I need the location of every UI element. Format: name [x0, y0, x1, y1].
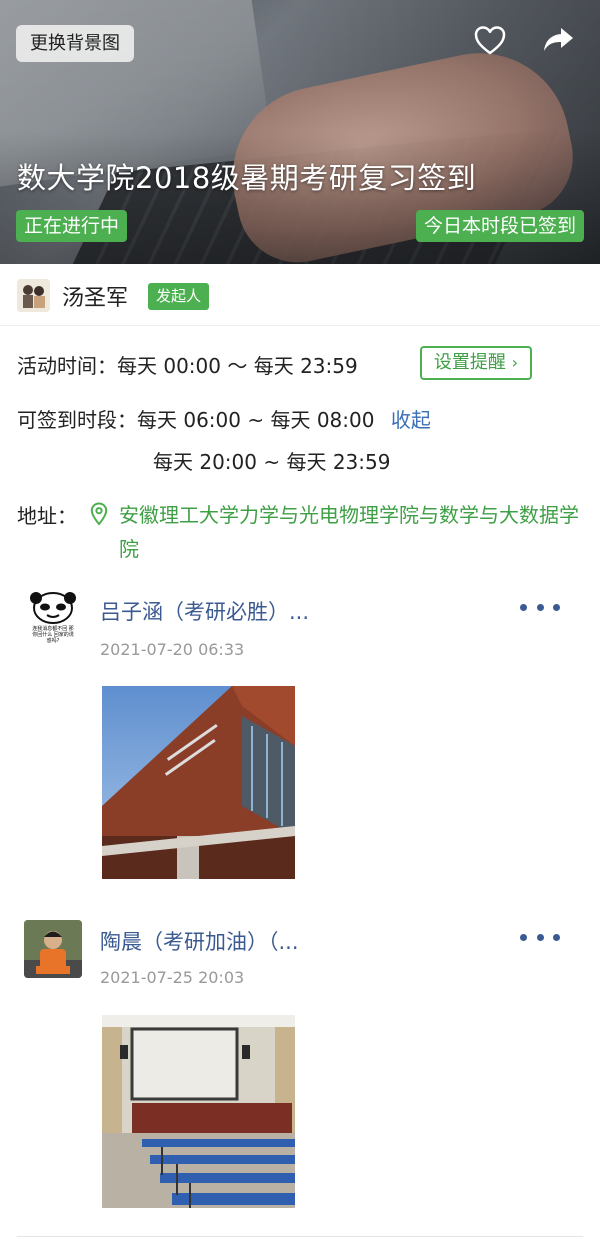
organizer-row: 汤圣军 发起人	[0, 264, 600, 326]
heart-icon	[474, 26, 506, 55]
header-banner: 更换背景图 数大学院2018级暑期考研复习签到 正在进行中 今日本时段已签到	[0, 0, 600, 264]
status-badge: 正在进行中	[16, 210, 128, 242]
address-value[interactable]: 安徽理工大学力学与光电物理学院与数学与大数据学院	[119, 498, 589, 566]
divider	[17, 1236, 583, 1237]
post-author[interactable]: 吕子涵（考研必胜）...	[100, 596, 309, 626]
activity-title: 数大学院2018级暑期考研复习签到	[17, 161, 477, 195]
post-timestamp: 2021-07-25 20:03	[100, 968, 245, 987]
organizer-tag: 发起人	[148, 283, 210, 310]
chevron-right-icon: ›	[511, 353, 519, 372]
signin-slot-1: 每天 06:00 ~ 每天 08:00	[137, 408, 375, 432]
post-avatar[interactable]	[24, 920, 82, 978]
post-timestamp: 2021-07-20 06:33	[100, 640, 245, 659]
more-dot-icon	[520, 603, 527, 611]
set-reminder-button[interactable]: 设置提醒 ›	[420, 346, 532, 380]
collapse-link[interactable]: 收起	[391, 408, 431, 432]
post-avatar[interactable]: 连我消息都不回 那你回什么 回家的诱惑吗?	[24, 590, 82, 648]
more-options-button[interactable]	[520, 597, 560, 617]
avatar-caption: 连我消息都不回 那你回什么 回家的诱惑吗?	[32, 626, 74, 644]
post-photo[interactable]	[102, 1015, 295, 1208]
location-pin-icon	[90, 502, 108, 526]
signin-slot-2: 每天 20:00 ~ 每天 23:59	[153, 450, 391, 474]
post-photo[interactable]	[102, 686, 295, 879]
post-author[interactable]: 陶晨（考研加油）（...	[100, 926, 299, 956]
organizer-name[interactable]: 汤圣军	[62, 280, 128, 312]
activity-time-row: 活动时间：每天 00:00 ～ 每天 23:59	[17, 350, 358, 379]
signin-slot-row: 可签到时段：每天 06:00 ~ 每天 08:00 收起	[17, 404, 431, 433]
share-button[interactable]	[540, 22, 576, 58]
more-dot-icon	[520, 933, 527, 941]
more-options-button[interactable]	[520, 927, 560, 947]
favorite-button[interactable]	[472, 22, 508, 58]
signin-label: 可签到时段：	[17, 408, 137, 432]
organizer-avatar[interactable]	[17, 279, 50, 312]
activity-time-label: 活动时间：	[17, 354, 117, 378]
activity-time-value: 每天 00:00 ～ 每天 23:59	[117, 354, 358, 378]
change-background-button[interactable]: 更换背景图	[16, 25, 134, 62]
share-icon	[544, 28, 573, 51]
address-label: 地址：	[17, 504, 77, 528]
checked-in-badge: 今日本时段已签到	[415, 210, 584, 242]
